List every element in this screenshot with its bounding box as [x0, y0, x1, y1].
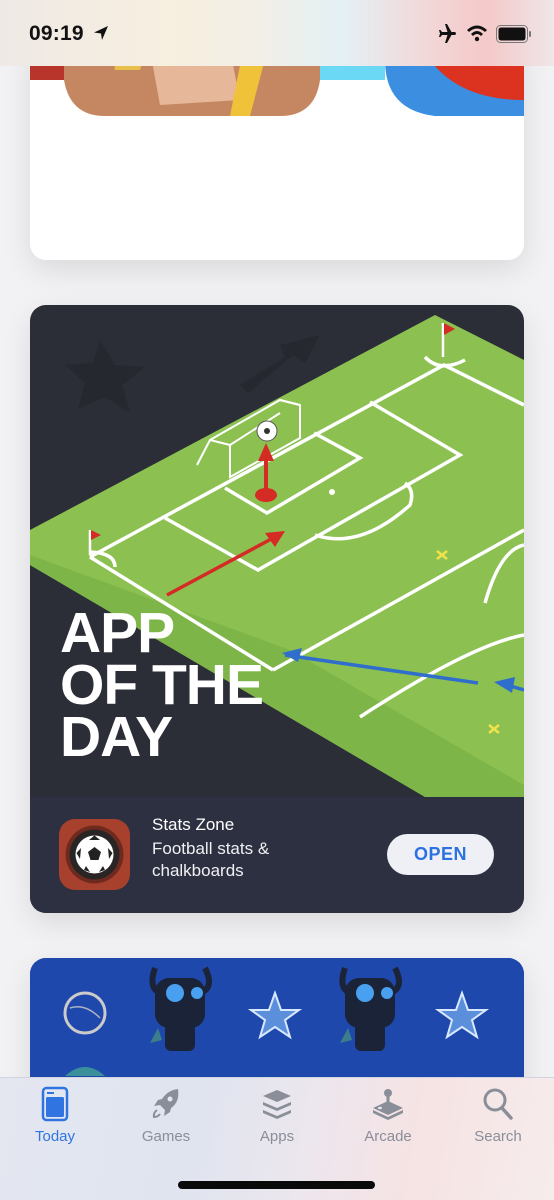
status-bar: 09:19 — [0, 0, 554, 66]
today-icon — [41, 1086, 69, 1122]
tab-label-apps: Apps — [259, 1128, 295, 1145]
soccer-ball-icon — [65, 825, 124, 884]
tab-search[interactable]: Search — [448, 1086, 548, 1156]
tab-games[interactable]: Games — [116, 1086, 216, 1156]
tab-label-games: Games — [141, 1128, 191, 1145]
home-indicator[interactable] — [178, 1181, 375, 1189]
tab-today[interactable]: Today — [5, 1086, 105, 1156]
app-icon[interactable] — [59, 819, 130, 890]
airplane-mode-icon — [439, 24, 456, 43]
app-subtitle: Football stats & chalkboards — [152, 839, 270, 880]
title-line-3: DAY — [60, 705, 173, 769]
location-arrow-icon — [94, 26, 108, 40]
wifi-icon — [467, 25, 487, 42]
tab-apps[interactable]: Apps — [227, 1086, 327, 1156]
battery-icon — [496, 25, 531, 43]
status-time: 09:19 — [29, 22, 84, 45]
featured-card-games[interactable] — [30, 40, 524, 260]
tab-label-search: Search — [474, 1128, 522, 1145]
app-name[interactable]: Stats Zone — [152, 815, 234, 835]
layers-icon — [263, 1090, 291, 1119]
app-info-row[interactable]: Stats Zone Football stats & chalkboards … — [30, 797, 524, 913]
open-button[interactable]: OPEN — [387, 834, 494, 875]
rocket-icon — [152, 1089, 179, 1119]
tab-label-arcade: Arcade — [364, 1128, 412, 1145]
title-line-2: OF THE — [60, 653, 264, 717]
tab-label-today: Today — [34, 1128, 76, 1145]
tab-arcade[interactable]: Arcade — [338, 1086, 438, 1156]
search-icon — [483, 1088, 513, 1120]
joystick-icon — [373, 1089, 403, 1120]
app-of-the-day-title: APP OF THE DAY — [60, 601, 264, 769]
app-of-the-day-card[interactable]: APP OF THE DAY Stats Zone Football stats… — [30, 305, 524, 913]
title-line-1: APP — [60, 601, 175, 665]
